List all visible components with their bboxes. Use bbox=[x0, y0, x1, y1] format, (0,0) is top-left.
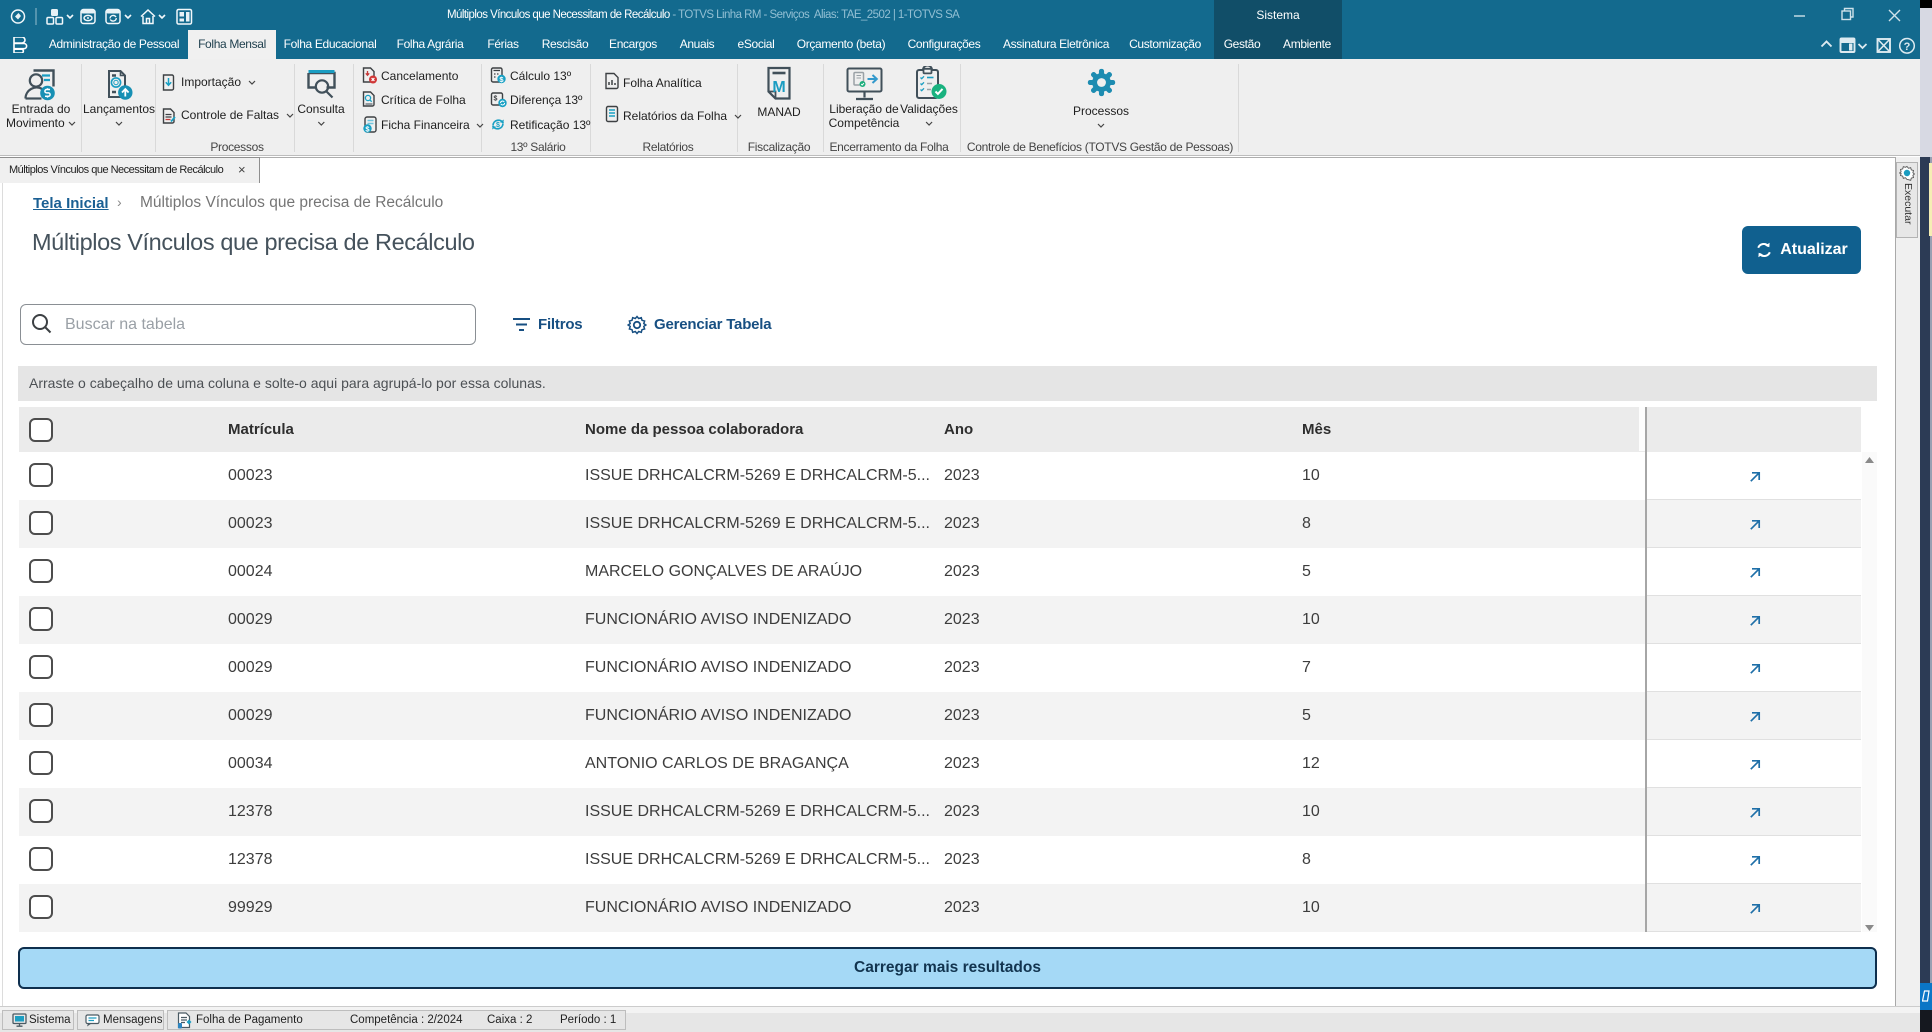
svg-text:M: M bbox=[772, 79, 785, 96]
svg-text:$: $ bbox=[494, 96, 498, 103]
svg-text:$: $ bbox=[496, 122, 500, 129]
svg-text:?: ? bbox=[1904, 41, 1911, 53]
